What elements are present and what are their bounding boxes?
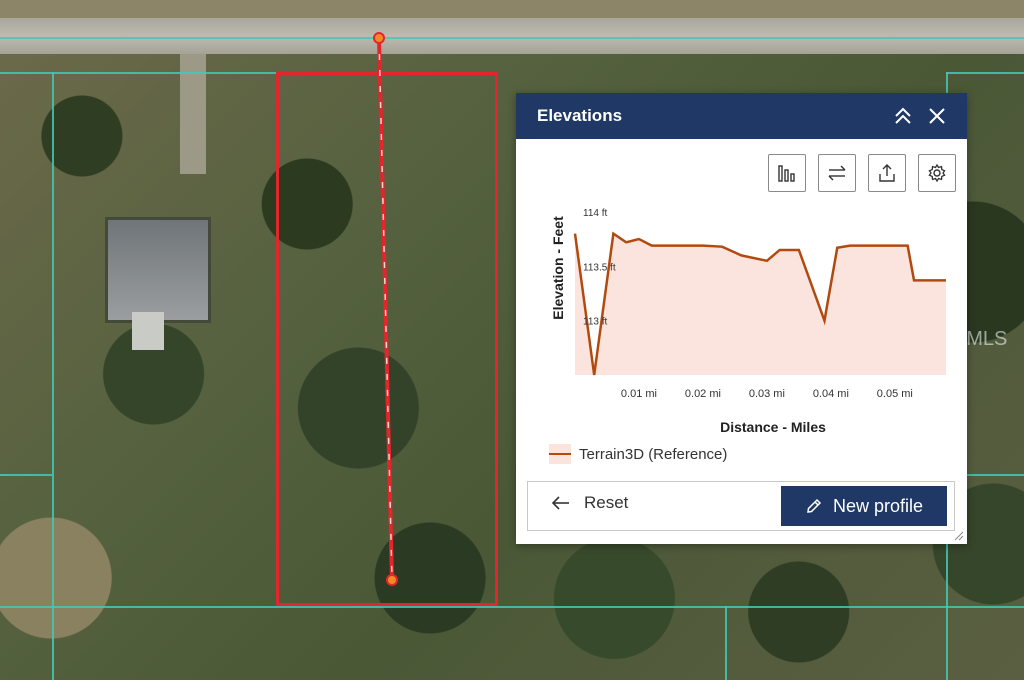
legend-label: Terrain3D (Reference) (579, 445, 728, 463)
reset-button[interactable]: Reset (552, 493, 628, 513)
y-axis-label: Elevation - Feet (550, 216, 566, 320)
elevation-chart: 113 ft 113.5 ft 114 ft 0.01 mi 0.02 mi 0.03 m… (550, 208, 946, 435)
parcel-boundary (725, 606, 727, 680)
elevations-panel: Elevations 113 ft 113.5 ft 114 ft 0.01 m… (516, 93, 967, 544)
legend-swatch (549, 444, 571, 464)
x-tick-label: 0.05 mi (877, 388, 913, 400)
map-house-roof (108, 220, 208, 320)
parcel-boundary (0, 606, 1024, 608)
x-tick-label: 0.04 mi (813, 388, 849, 400)
y-tick-label: 114 ft (583, 208, 607, 219)
chart-legend[interactable]: Terrain3D (Reference) (549, 444, 727, 464)
gear-icon (928, 163, 946, 183)
parcel-boundary (52, 72, 54, 680)
panel-toolbar (768, 154, 956, 192)
flip-profile-button[interactable] (818, 154, 856, 192)
map-sand-strip (0, 0, 1024, 18)
arrow-left-icon (552, 496, 569, 510)
parcel-boundary (946, 72, 1024, 74)
export-icon (879, 164, 895, 182)
x-tick-label: 0.01 mi (621, 388, 657, 400)
close-icon[interactable] (927, 106, 947, 126)
parcel-boundary (0, 72, 280, 74)
pencil-icon (807, 498, 822, 513)
reset-label: Reset (584, 493, 629, 512)
panel-header: Elevations (516, 93, 967, 139)
parcel-boundary (0, 37, 1024, 39)
y-tick-label: 113.5 ft (583, 262, 616, 273)
map-shed (132, 312, 164, 350)
new-profile-button[interactable]: New profile (781, 486, 947, 526)
export-button[interactable] (868, 154, 906, 192)
bar-chart-icon (778, 165, 795, 182)
x-tick-label: 0.02 mi (685, 388, 721, 400)
panel-title: Elevations (537, 106, 623, 125)
x-tick-label: 0.03 mi (749, 388, 785, 400)
parcel-boundary (0, 474, 52, 476)
y-tick-label: 113 ft (583, 317, 607, 328)
settings-button[interactable] (918, 154, 956, 192)
map-road (0, 18, 1024, 54)
profile-area (575, 233, 946, 375)
x-axis-label: Distance - Miles (720, 419, 826, 435)
swap-arrows-icon (828, 165, 846, 181)
panel-footer: Reset New profile (527, 481, 955, 531)
resize-grip-icon[interactable] (954, 531, 964, 541)
panel-header-actions (893, 106, 947, 126)
collapse-icon[interactable] (893, 106, 913, 126)
statistics-button[interactable] (768, 154, 806, 192)
new-profile-label: New profile (832, 495, 924, 516)
selected-parcel[interactable] (276, 72, 498, 606)
